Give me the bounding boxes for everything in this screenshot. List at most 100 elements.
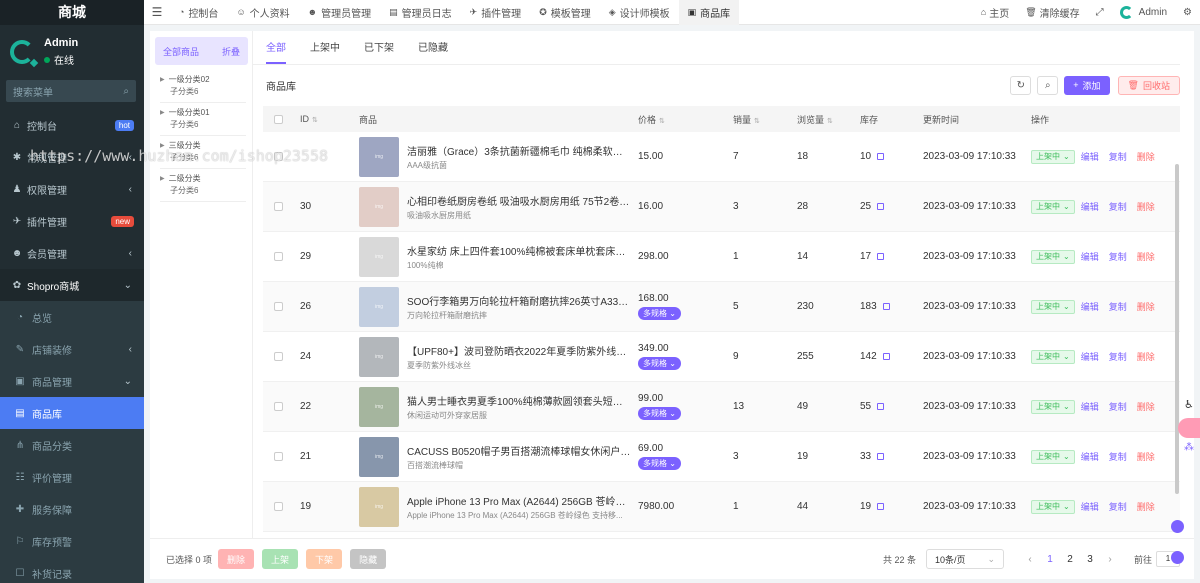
menu-search-input[interactable]: 搜索菜单 ⌕ [6, 80, 136, 102]
home-link[interactable]: ⌂ 主页 [973, 5, 1017, 20]
status-select[interactable]: 上架中 ⌄ [1031, 149, 1075, 164]
row-checkbox[interactable] [274, 302, 283, 311]
stock-record-icon[interactable] [877, 152, 885, 160]
status-select[interactable]: 上架中 ⌄ [1031, 349, 1075, 364]
search-icon[interactable]: ⌕ [1037, 75, 1059, 95]
row-checkbox[interactable] [274, 252, 283, 261]
delete-button[interactable]: 删除 [1137, 350, 1155, 363]
sidebar-subitem-1[interactable]: ✎ 店铺装修 ‹ [0, 333, 144, 365]
category-node[interactable]: ▶ 三级分类 子分类6 [160, 136, 246, 169]
top-tab-1[interactable]: ☺ 个人资料 [227, 0, 298, 25]
stock-record-icon[interactable] [877, 502, 885, 510]
category-node[interactable]: ▶ 一级分类02 子分类6 [160, 70, 246, 103]
status-tab-2[interactable]: 已下架 [364, 39, 394, 64]
edit-button[interactable]: 编辑 [1081, 300, 1099, 313]
top-tab-5[interactable]: ✪ 模板管理 [530, 0, 600, 25]
category-name[interactable]: ▶ 二级分类 [160, 173, 246, 184]
delete-button[interactable]: 删除 [1137, 200, 1155, 213]
delete-button[interactable]: 删除 [1137, 300, 1155, 313]
row-checkbox[interactable] [274, 202, 283, 211]
page-1[interactable]: 1 [1040, 554, 1060, 565]
delete-button[interactable]: 删除 [1137, 500, 1155, 513]
copy-button[interactable]: 复制 [1109, 500, 1127, 513]
stock-record-icon[interactable] [877, 402, 885, 410]
delete-button[interactable]: 删除 [1137, 400, 1155, 413]
row-checkbox[interactable] [274, 452, 283, 461]
copy-button[interactable]: 复制 [1109, 150, 1127, 163]
delete-button[interactable]: 删除 [1137, 250, 1155, 263]
col-id[interactable]: ID ⇅ [300, 114, 359, 124]
edit-button[interactable]: 编辑 [1081, 400, 1099, 413]
status-select[interactable]: 上架中 ⌄ [1031, 249, 1075, 264]
batch-hide-button[interactable]: 隐藏 [350, 549, 387, 569]
multi-spec-badge[interactable]: 多规格 ⌄ [638, 457, 681, 470]
category-child[interactable]: 子分类6 [160, 184, 246, 198]
status-select[interactable]: 上架中 ⌄ [1031, 399, 1075, 414]
status-select[interactable]: 上架中 ⌄ [1031, 199, 1075, 214]
edit-button[interactable]: 编辑 [1081, 500, 1099, 513]
sidebar-goods-item-0[interactable]: ▤ 商品库 [0, 397, 144, 429]
sidebar-goods-item-2[interactable]: ☷ 评价管理 [0, 461, 144, 493]
select-all-checkbox[interactable] [274, 114, 283, 124]
row-checkbox[interactable] [274, 352, 283, 361]
sidebar-item-5[interactable]: ✿ Shopro商城 ⌄ [0, 269, 144, 301]
category-name[interactable]: ▶ 一级分类01 [160, 107, 246, 118]
multi-spec-badge[interactable]: 多规格 ⌄ [638, 357, 681, 370]
status-tab-3[interactable]: 已隐藏 [418, 39, 448, 64]
top-tab-6[interactable]: ◈ 设计师模板 [600, 0, 679, 25]
batch-delete-button[interactable]: 删除 [218, 549, 255, 569]
page-3[interactable]: 3 [1080, 554, 1100, 565]
edit-button[interactable]: 编辑 [1081, 150, 1099, 163]
copy-button[interactable]: 复制 [1109, 350, 1127, 363]
stock-record-icon[interactable] [877, 252, 885, 260]
admin-menu[interactable]: Admin [1112, 5, 1175, 19]
category-name[interactable]: ▶ 一级分类02 [160, 74, 246, 85]
col-views[interactable]: 浏览量 ⇅ [797, 113, 860, 126]
grid-icon[interactable]: ⁂ [1184, 442, 1196, 454]
top-tab-7[interactable]: ▣ 商品库 [678, 0, 740, 25]
edit-button[interactable]: 编辑 [1081, 450, 1099, 463]
copy-button[interactable]: 复制 [1109, 450, 1127, 463]
category-node[interactable]: ▶ 一级分类01 子分类6 [160, 103, 246, 136]
category-node[interactable]: ▶ 二级分类 子分类6 [160, 169, 246, 202]
floating-toolbar[interactable]: ♿ ⁂ [1178, 398, 1200, 453]
edit-button[interactable]: 编辑 [1081, 250, 1099, 263]
sidebar-item-4[interactable]: ☻ 会员管理 ‹ [0, 237, 144, 269]
gear-icon[interactable]: ⚙ [1175, 7, 1200, 18]
notification-icon[interactable] [1171, 520, 1184, 533]
copy-button[interactable]: 复制 [1109, 300, 1127, 313]
float-panel-icon[interactable] [1178, 418, 1200, 438]
sidebar-item-3[interactable]: ✈ 插件管理 new [0, 205, 144, 237]
sidebar-subitem-2[interactable]: ▣ 商品管理 ⌄ [0, 365, 144, 397]
row-checkbox[interactable] [274, 402, 283, 411]
fullscreen-icon[interactable]: ⤢ [1088, 7, 1112, 18]
stock-record-icon[interactable] [882, 352, 890, 360]
col-price[interactable]: 价格 ⇅ [638, 113, 733, 126]
sidebar-goods-item-5[interactable]: ☐ 补货记录 [0, 557, 144, 583]
menu-toggle-icon[interactable]: ☰ [144, 5, 170, 19]
top-tab-2[interactable]: ☻ 管理员管理 [299, 0, 380, 25]
page-size-select[interactable]: 10条/页 ⌄ [925, 549, 1004, 569]
row-checkbox[interactable] [274, 502, 283, 511]
stock-record-icon[interactable] [877, 452, 885, 460]
clear-cache-button[interactable]: 🗑 清除缓存 [1017, 5, 1087, 20]
prev-page-icon[interactable]: ‹ [1020, 554, 1040, 565]
sidebar-item-2[interactable]: ♟ 权限管理 ‹ [0, 173, 144, 205]
stock-record-icon[interactable] [882, 302, 890, 310]
edit-button[interactable]: 编辑 [1081, 350, 1099, 363]
delete-button[interactable]: 删除 [1137, 450, 1155, 463]
sidebar-goods-item-4[interactable]: ⚐ 库存预警 [0, 525, 144, 557]
category-child[interactable]: 子分类6 [160, 85, 246, 99]
multi-spec-badge[interactable]: 多规格 ⌄ [638, 407, 681, 420]
next-page-icon[interactable]: › [1100, 554, 1120, 565]
row-checkbox[interactable] [274, 152, 283, 161]
status-select[interactable]: 上架中 ⌄ [1031, 299, 1075, 314]
collapse-button[interactable]: 折叠 [222, 45, 240, 58]
chat-icon[interactable] [1171, 551, 1184, 564]
status-select[interactable]: 上架中 ⌄ [1031, 499, 1075, 514]
delete-button[interactable]: 删除 [1137, 150, 1155, 163]
add-button[interactable]: + 添加 [1064, 75, 1110, 95]
category-child[interactable]: 子分类6 [160, 118, 246, 132]
col-sales[interactable]: 销量 ⇅ [733, 113, 797, 126]
status-tab-0[interactable]: 全部 [266, 39, 286, 64]
